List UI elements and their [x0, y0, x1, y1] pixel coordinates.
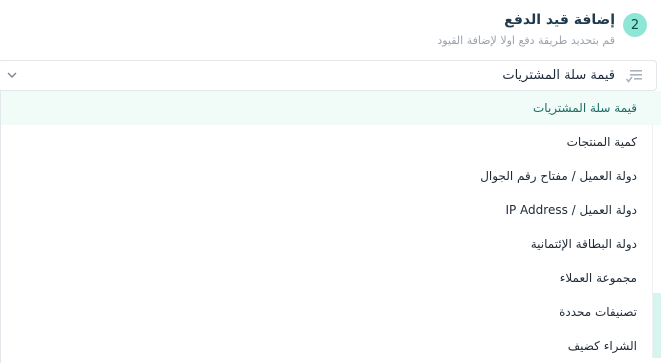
- filter-list-icon: [625, 67, 643, 85]
- dropdown-option[interactable]: دولة العميل / IP Address: [1, 193, 661, 227]
- dropdown-option[interactable]: تصنيفات محددة: [1, 295, 661, 329]
- dropdown-option[interactable]: دولة العميل / مفتاح رقم الجوال: [1, 159, 661, 193]
- step-subtitle: قم بتحديد طريقة دفع اولا لإضافة القيود: [437, 34, 615, 47]
- dropdown-option[interactable]: مجموعة العملاء: [1, 261, 661, 295]
- step-number-badge: 2: [623, 13, 647, 37]
- condition-type-select[interactable]: قيمة سلة المشتريات: [0, 60, 657, 91]
- dropdown-options-list: قيمة سلة المشتريات كمية المنتجات دولة ال…: [0, 91, 661, 363]
- dropdown-option[interactable]: قيمة سلة المشتريات: [1, 91, 661, 125]
- step-header: 2 إضافة قيد الدفع قم بتحديد طريقة دفع او…: [437, 10, 647, 49]
- step-title: إضافة قيد الدفع: [504, 12, 615, 28]
- select-selected-value: قيمة سلة المشتريات: [502, 68, 615, 83]
- chevron-down-icon[interactable]: [5, 67, 19, 81]
- dropdown-option[interactable]: دولة البطاقة الإئتمانية: [1, 227, 661, 261]
- dropdown-option[interactable]: كمية المنتجات: [1, 125, 661, 159]
- dropdown-scrollbar-thumb[interactable]: [653, 293, 661, 358]
- step-text: إضافة قيد الدفع قم بتحديد طريقة دفع اولا…: [437, 10, 615, 49]
